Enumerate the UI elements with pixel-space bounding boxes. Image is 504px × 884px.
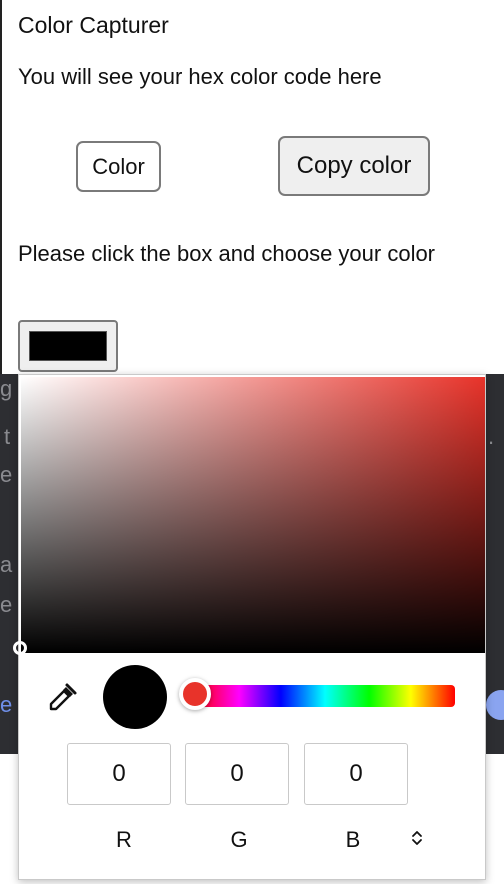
background-text-fragment: . [488,424,495,449]
copy-color-button[interactable]: Copy color [278,136,430,196]
instruction-text: Please click the box and choose your col… [18,241,436,266]
color-input-swatch [29,331,107,361]
color-button[interactable]: Color [76,141,161,192]
background-text-fragment: t [4,424,11,449]
background-text-fragment: e [0,462,13,487]
app-title: Color Capturer [18,12,169,38]
chevron-up-down-icon[interactable] [403,823,431,853]
blue-channel-input[interactable] [304,743,408,805]
background-text-fragment: e [0,592,13,617]
color-picker-popup: R G B [13,374,486,880]
color-preview-circle [103,665,167,729]
hex-output-text: You will see your hex color code here [18,64,382,89]
blue-channel-label: B [345,827,361,852]
green-channel-label: G [230,827,248,852]
background-link-fragment: e [0,692,13,717]
green-channel-input[interactable] [185,743,289,805]
eyedropper-icon[interactable] [45,681,79,715]
background-text-fragment: a [0,552,13,577]
saturation-handle[interactable] [13,641,27,655]
red-channel-label: R [116,827,132,852]
red-channel-input[interactable] [67,743,171,805]
background-text-fragment: g [0,376,13,401]
saturation-brightness-area[interactable] [13,377,485,655]
window-edge [0,0,2,374]
hue-slider[interactable] [179,678,455,710]
hue-slider-handle[interactable] [179,678,211,710]
color-input[interactable] [18,320,118,372]
